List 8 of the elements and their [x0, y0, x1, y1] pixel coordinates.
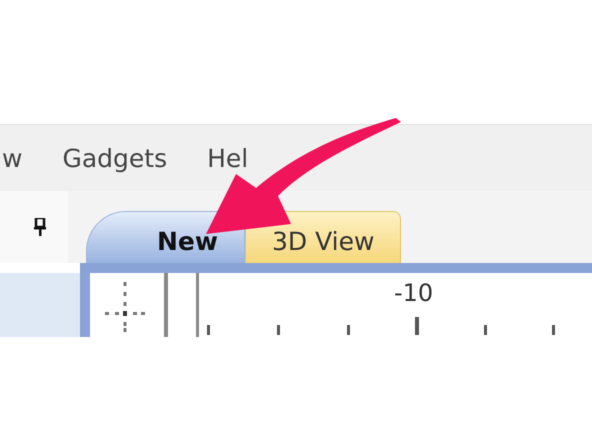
- tab[interactable]: New: [86, 211, 245, 263]
- ruler-label: -10: [394, 279, 434, 307]
- tab[interactable]: 3D View: [244, 211, 402, 263]
- menu-item[interactable]: Hel: [207, 144, 248, 172]
- menu-item[interactable]: Gadgets: [62, 144, 168, 172]
- pin-icon[interactable]: [34, 218, 46, 236]
- menu-item[interactable]: w: [2, 144, 22, 172]
- frame-border: [80, 273, 90, 337]
